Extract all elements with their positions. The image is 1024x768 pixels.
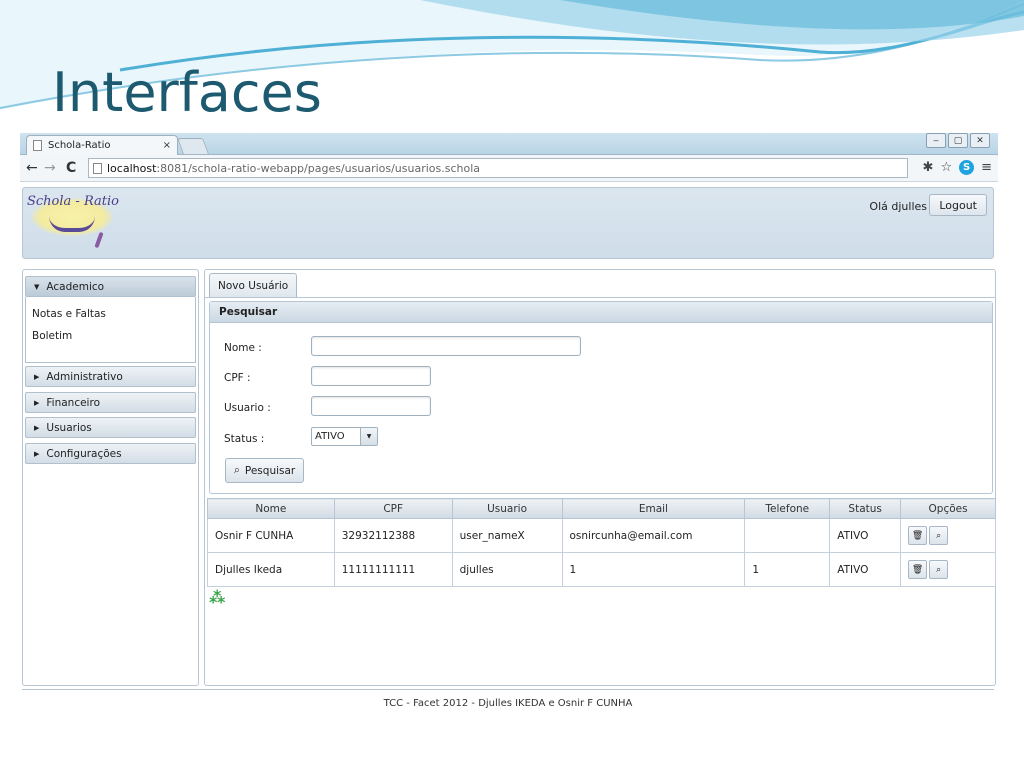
- sidebar-section-configuracoes[interactable]: ▶ Configurações: [25, 443, 196, 464]
- skype-icon[interactable]: S: [959, 160, 975, 175]
- page-icon: [93, 162, 102, 174]
- tab-title: Schola-Ratio: [48, 140, 111, 151]
- section-label: Configurações: [46, 447, 122, 460]
- cell-cpf: 11111111111: [333, 552, 453, 587]
- maximize-button[interactable]: ▢: [948, 133, 968, 148]
- new-tab-button[interactable]: [177, 138, 209, 154]
- column-header-nome[interactable]: Nome: [207, 498, 335, 519]
- search-panel-title: Pesquisar: [210, 302, 992, 323]
- column-header-opcoes: Opções: [900, 498, 996, 519]
- table-row[interactable]: Osnir F CUNHA 32932112388 user_nameX osn…: [207, 518, 996, 553]
- column-header-telefone[interactable]: Telefone: [744, 498, 831, 519]
- cell-telefone: [744, 518, 831, 553]
- cell-email: osnircunha@email.com: [561, 518, 746, 553]
- reload-icon[interactable]: C: [66, 160, 76, 176]
- extension-icon[interactable]: ✱: [923, 160, 934, 175]
- view-icon[interactable]: ⌕: [929, 560, 949, 579]
- search-panel: Pesquisar Nome : CPF : Usuario : Status …: [209, 301, 993, 494]
- cell-usuario: user_nameX: [451, 518, 563, 553]
- sidebar-item-notas-e-faltas[interactable]: Notas e Faltas: [32, 308, 106, 320]
- main-content: Novo Usuário Pesquisar Nome : CPF : Usua…: [204, 269, 996, 686]
- tab-divider: [205, 297, 995, 298]
- tab-novo-usuario[interactable]: Novo Usuário: [209, 273, 298, 297]
- sidebar-section-financeiro[interactable]: ▶ Financeiro: [25, 392, 196, 413]
- nome-input[interactable]: [311, 336, 581, 356]
- sidebar: ▼ Academico Notas e Faltas Boletim ▶ Adm…: [22, 269, 199, 686]
- sidebar-section-body: Notas e Faltas Boletim: [25, 297, 196, 363]
- column-header-email[interactable]: Email: [561, 498, 746, 519]
- star-icon[interactable]: ☆: [940, 160, 952, 175]
- cell-usuario: djulles: [451, 552, 563, 587]
- sidebar-section-administrativo[interactable]: ▶ Administrativo: [25, 366, 196, 387]
- usuario-label: Usuario :: [224, 402, 271, 414]
- trash-icon[interactable]: 🗑: [908, 560, 928, 579]
- url-host: localhost: [107, 161, 157, 175]
- close-window-button[interactable]: ✕: [970, 133, 990, 148]
- logo-text: Schola - Ratio: [27, 194, 119, 209]
- app-footer: TCC - Facet 2012 - Djulles IKEDA e Osnir…: [22, 689, 994, 716]
- sidebar-section-usuarios[interactable]: ▶ Usuarios: [25, 417, 196, 438]
- minimize-button[interactable]: ‒: [926, 133, 946, 148]
- app-logo: Schola - Ratio: [27, 192, 127, 254]
- cell-telefone: 1: [744, 552, 831, 587]
- usuario-input[interactable]: [311, 396, 431, 416]
- cell-opcoes: 🗑 ⌕: [900, 518, 996, 553]
- cell-email: 1: [561, 552, 746, 587]
- chevron-right-icon: ▶: [34, 449, 40, 458]
- browser-titlebar: Schola-Ratio × ‒ ▢ ✕: [20, 133, 998, 155]
- status-selected-value: ATIVO: [315, 431, 345, 442]
- pesquisar-label: Pesquisar: [244, 464, 296, 477]
- slide-title: Interfaces: [52, 61, 322, 124]
- cell-cpf: 32932112388: [333, 518, 453, 553]
- address-bar: ← → C localhost:8081/schola-ratio-webapp…: [20, 155, 998, 182]
- browser-window: Schola-Ratio × ‒ ▢ ✕ ← → C localhost:808…: [20, 133, 998, 718]
- chevron-right-icon: ▶: [34, 398, 40, 407]
- table-row[interactable]: Djulles Ikeda 11111111111 djulles 1 1 AT…: [207, 552, 996, 587]
- forward-arrow-icon[interactable]: →: [44, 160, 56, 176]
- menu-icon[interactable]: ≡: [981, 160, 992, 175]
- chevron-right-icon: ▶: [34, 372, 40, 381]
- section-label: Administrativo: [46, 370, 123, 383]
- trash-icon[interactable]: 🗑: [908, 526, 928, 545]
- logout-button[interactable]: Logout: [929, 194, 987, 216]
- status-select[interactable]: ATIVO ▼: [311, 427, 378, 446]
- section-label: Financeiro: [46, 396, 100, 409]
- status-label: Status :: [224, 433, 265, 445]
- back-arrow-icon[interactable]: ←: [26, 160, 38, 176]
- app-header: Schola - Ratio Olá djulles Logout: [22, 187, 994, 259]
- address-bar-actions: ✱ ☆ S ≡: [923, 160, 992, 175]
- page-icon: [33, 140, 42, 151]
- column-header-cpf[interactable]: CPF: [333, 498, 453, 519]
- cell-nome: Osnir F CUNHA: [207, 518, 335, 553]
- chevron-down-icon[interactable]: ▼: [360, 428, 377, 445]
- cell-status: ATIVO: [829, 518, 902, 553]
- view-icon[interactable]: ⌕: [929, 526, 949, 545]
- chevron-right-icon: ▶: [34, 423, 40, 432]
- table-header-row: Nome CPF Usuario Email Telefone Status O…: [207, 498, 996, 519]
- pesquisar-button[interactable]: ⌕ Pesquisar: [225, 458, 305, 483]
- sidebar-item-boletim[interactable]: Boletim: [32, 330, 72, 342]
- window-controls: ‒ ▢ ✕: [926, 133, 990, 148]
- cpf-label: CPF :: [224, 372, 251, 384]
- url-path: :8081/schola-ratio-webapp/pages/usuarios…: [156, 161, 481, 175]
- loading-spinner-icon: ⁂: [209, 588, 226, 607]
- column-header-status[interactable]: Status: [829, 498, 902, 519]
- search-icon: ⌕: [234, 464, 240, 476]
- cell-opcoes: 🗑 ⌕: [900, 552, 996, 587]
- url-input[interactable]: localhost:8081/schola-ratio-webapp/pages…: [88, 158, 908, 178]
- section-label: Academico: [46, 280, 105, 293]
- cell-status: ATIVO: [829, 552, 902, 587]
- user-greeting: Olá djulles: [869, 200, 927, 213]
- section-label: Usuarios: [46, 421, 92, 434]
- browser-tab[interactable]: Schola-Ratio ×: [26, 135, 178, 155]
- chevron-down-icon: ▼: [34, 282, 40, 291]
- cpf-input[interactable]: [311, 366, 431, 386]
- close-icon[interactable]: ×: [163, 140, 171, 151]
- nome-label: Nome :: [224, 342, 262, 354]
- column-header-usuario[interactable]: Usuario: [451, 498, 563, 519]
- users-table: Nome CPF Usuario Email Telefone Status O…: [207, 498, 996, 587]
- cell-nome: Djulles Ikeda: [207, 552, 335, 587]
- logo-pen: [94, 231, 104, 249]
- sidebar-section-academico[interactable]: ▼ Academico: [25, 276, 196, 297]
